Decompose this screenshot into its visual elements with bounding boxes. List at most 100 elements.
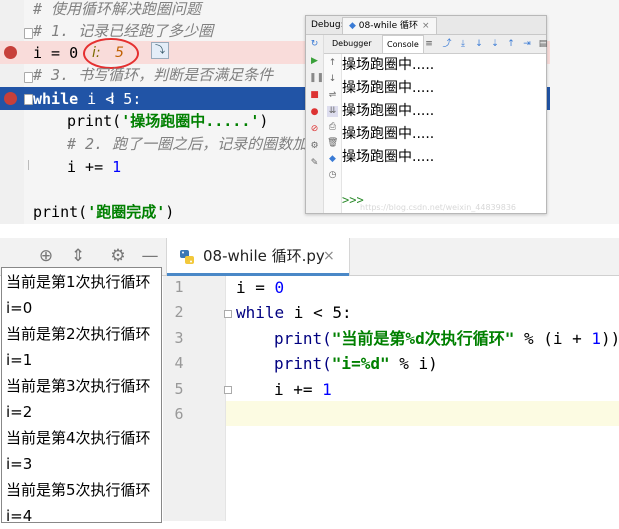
current-line-highlight xyxy=(226,401,619,426)
string-literal: "i=%d" xyxy=(331,354,390,373)
code-text: ) xyxy=(259,112,269,130)
run-to-cursor-icon[interactable]: ⇥ xyxy=(522,39,532,49)
output-line: 当前是第4次执行循环 xyxy=(6,429,151,447)
soft-wrap-icon[interactable]: ⇌ xyxy=(327,90,338,101)
top-code-line: print('操场跑圈中.....') xyxy=(67,110,268,132)
python-console-icon[interactable]: ◆ xyxy=(327,154,338,165)
line-number: 2 xyxy=(174,303,184,321)
line-number: 3 xyxy=(174,329,184,347)
output-line: 当前是第2次执行循环 xyxy=(6,325,151,343)
console-line: 操场跑圈中..... xyxy=(342,80,435,96)
top-code-line: while i < 5: xyxy=(33,88,141,110)
code-text: i = xyxy=(236,278,275,297)
file-tab[interactable]: 08-while 循环.py × xyxy=(166,238,350,276)
code-text: print( xyxy=(33,203,88,221)
top-code-line: # 使用循环解决跑圈问题 xyxy=(33,0,202,18)
pause-icon[interactable]: ❚❚ xyxy=(309,73,324,84)
line-number: 4 xyxy=(174,354,184,372)
console-line: 操场跑圈中..... xyxy=(342,57,435,73)
minimize-icon[interactable]: — xyxy=(140,246,160,266)
output-line: i=3 xyxy=(6,455,33,473)
view-breakpoints-icon[interactable]: ● xyxy=(309,107,320,118)
mute-breakpoints-icon[interactable]: ⊘ xyxy=(309,124,320,135)
line-number: 1 xyxy=(174,278,184,296)
tab-debugger[interactable]: Debugger xyxy=(332,35,372,53)
fold-end-marker[interactable] xyxy=(224,386,232,394)
console-side-toolbar: ↑ ↓ ⇌ ⇊ ⎙ 🗑 ◆ ◷ xyxy=(324,54,342,213)
scroll-up-icon[interactable]: ↑ xyxy=(327,58,338,69)
code-text: print( xyxy=(67,112,122,130)
top-editor-gutter xyxy=(0,0,24,224)
output-line: i=0 xyxy=(6,299,33,317)
crosshair-icon[interactable]: ⊕ xyxy=(36,246,56,266)
number-literal: 1 xyxy=(591,329,602,348)
top-code-line: # 2. 跑了一圈之后，记录的圈数加1 xyxy=(67,135,317,153)
output-line: i=1 xyxy=(6,351,33,369)
rerun-icon[interactable]: ↻ xyxy=(309,39,320,50)
code-line: while i < 5: xyxy=(236,300,352,325)
code-line: i = 0 xyxy=(236,275,284,300)
number-literal: 1 xyxy=(322,380,332,399)
pin-icon[interactable]: ✎ xyxy=(309,158,320,169)
settings-icon[interactable]: ⚙ xyxy=(309,141,320,152)
fold-marker[interactable] xyxy=(24,94,33,105)
clear-icon[interactable]: 🗑 xyxy=(327,138,338,149)
code-text: print( xyxy=(274,354,332,373)
text-cursor-icon: I xyxy=(110,89,115,108)
debug-session-tab[interactable]: ◆ 08-while 循环 × xyxy=(342,17,437,34)
string-literal: '操场跑圈中.....' xyxy=(121,112,260,130)
evaluate-expression-icon[interactable]: ▤ xyxy=(538,39,548,49)
string-literal: '跑圈完成' xyxy=(87,203,166,221)
file-tab-label: 08-while 循环.py xyxy=(203,247,325,265)
fold-marker[interactable] xyxy=(24,72,33,83)
collapse-icon[interactable]: ⇕ xyxy=(68,246,88,266)
watermark: https://blog.csdn.net/weixin_44839836 xyxy=(360,203,517,212)
code-text: print( xyxy=(274,329,332,348)
history-icon[interactable]: ◷ xyxy=(327,170,338,181)
python-file-icon xyxy=(180,250,194,264)
stop-icon[interactable]: ■ xyxy=(309,90,320,101)
ide-screenshot-panel: ⊕ ⇕ ⚙ — 08-while 循环.py × 当前是第1次执行循环 i=0 … xyxy=(0,238,619,525)
code-text: i += xyxy=(67,158,113,176)
keyword: while xyxy=(236,303,285,322)
close-icon[interactable]: × xyxy=(422,21,430,31)
top-code-line: i += 1 xyxy=(67,156,121,178)
code-text: )) xyxy=(601,329,619,348)
output-line: i=2 xyxy=(6,403,33,421)
output-line: 当前是第3次执行循环 xyxy=(6,377,151,395)
console-line: 操场跑圈中..... xyxy=(342,103,435,119)
inlay-variable-name: i: xyxy=(92,45,101,61)
step-into-my-code-icon[interactable]: ⇣ xyxy=(490,39,500,49)
code-line: i += 1 xyxy=(274,377,332,402)
scroll-down-icon[interactable]: ↓ xyxy=(327,74,338,85)
number-literal: 0 xyxy=(274,278,285,297)
step-over-icon[interactable]: ⤓ xyxy=(458,39,468,49)
code-line: print("当前是第%d次执行循环" % (i + 1)) xyxy=(274,326,619,351)
top-code-line: print('跑圈完成') xyxy=(33,201,174,223)
show-execution-point-icon[interactable]: ⤴ xyxy=(442,39,452,49)
top-code-line: i = 0 xyxy=(33,44,79,62)
close-icon[interactable]: × xyxy=(323,238,335,275)
resume-icon[interactable]: ▶ xyxy=(309,56,320,67)
number-literal: 1 xyxy=(112,158,122,176)
tab-console[interactable]: Console xyxy=(382,35,424,53)
python-icon: ◆ xyxy=(349,21,356,31)
step-into-icon[interactable]: ↓ xyxy=(474,39,484,49)
print-icon[interactable]: ⎙ xyxy=(327,122,338,133)
menu-icon[interactable]: ≡ xyxy=(424,39,434,49)
code-text: i < 5: xyxy=(284,303,352,322)
console-line: 操场跑圈中..... xyxy=(342,149,435,165)
code-text: ) xyxy=(165,203,175,221)
evaluate-icon[interactable]: ⤵ xyxy=(151,42,169,59)
debug-screenshot-panel: # 使用循环解决跑圈问题 # 1. 记录已经跑了多少圈 i = 0 i: 5 ⤵… xyxy=(0,0,619,224)
output-line: 当前是第5次执行循环 xyxy=(6,481,151,499)
fold-marker[interactable] xyxy=(24,28,33,39)
line-number: 5 xyxy=(174,380,184,398)
fold-marker[interactable] xyxy=(224,310,232,318)
breakpoint-icon[interactable] xyxy=(4,92,17,105)
gear-icon[interactable]: ⚙ xyxy=(108,246,128,266)
step-out-icon[interactable]: ↑ xyxy=(506,39,516,49)
code-text: % (i + xyxy=(514,329,592,348)
breakpoint-icon[interactable] xyxy=(4,46,17,59)
scroll-to-end-icon[interactable]: ⇊ xyxy=(327,106,338,117)
